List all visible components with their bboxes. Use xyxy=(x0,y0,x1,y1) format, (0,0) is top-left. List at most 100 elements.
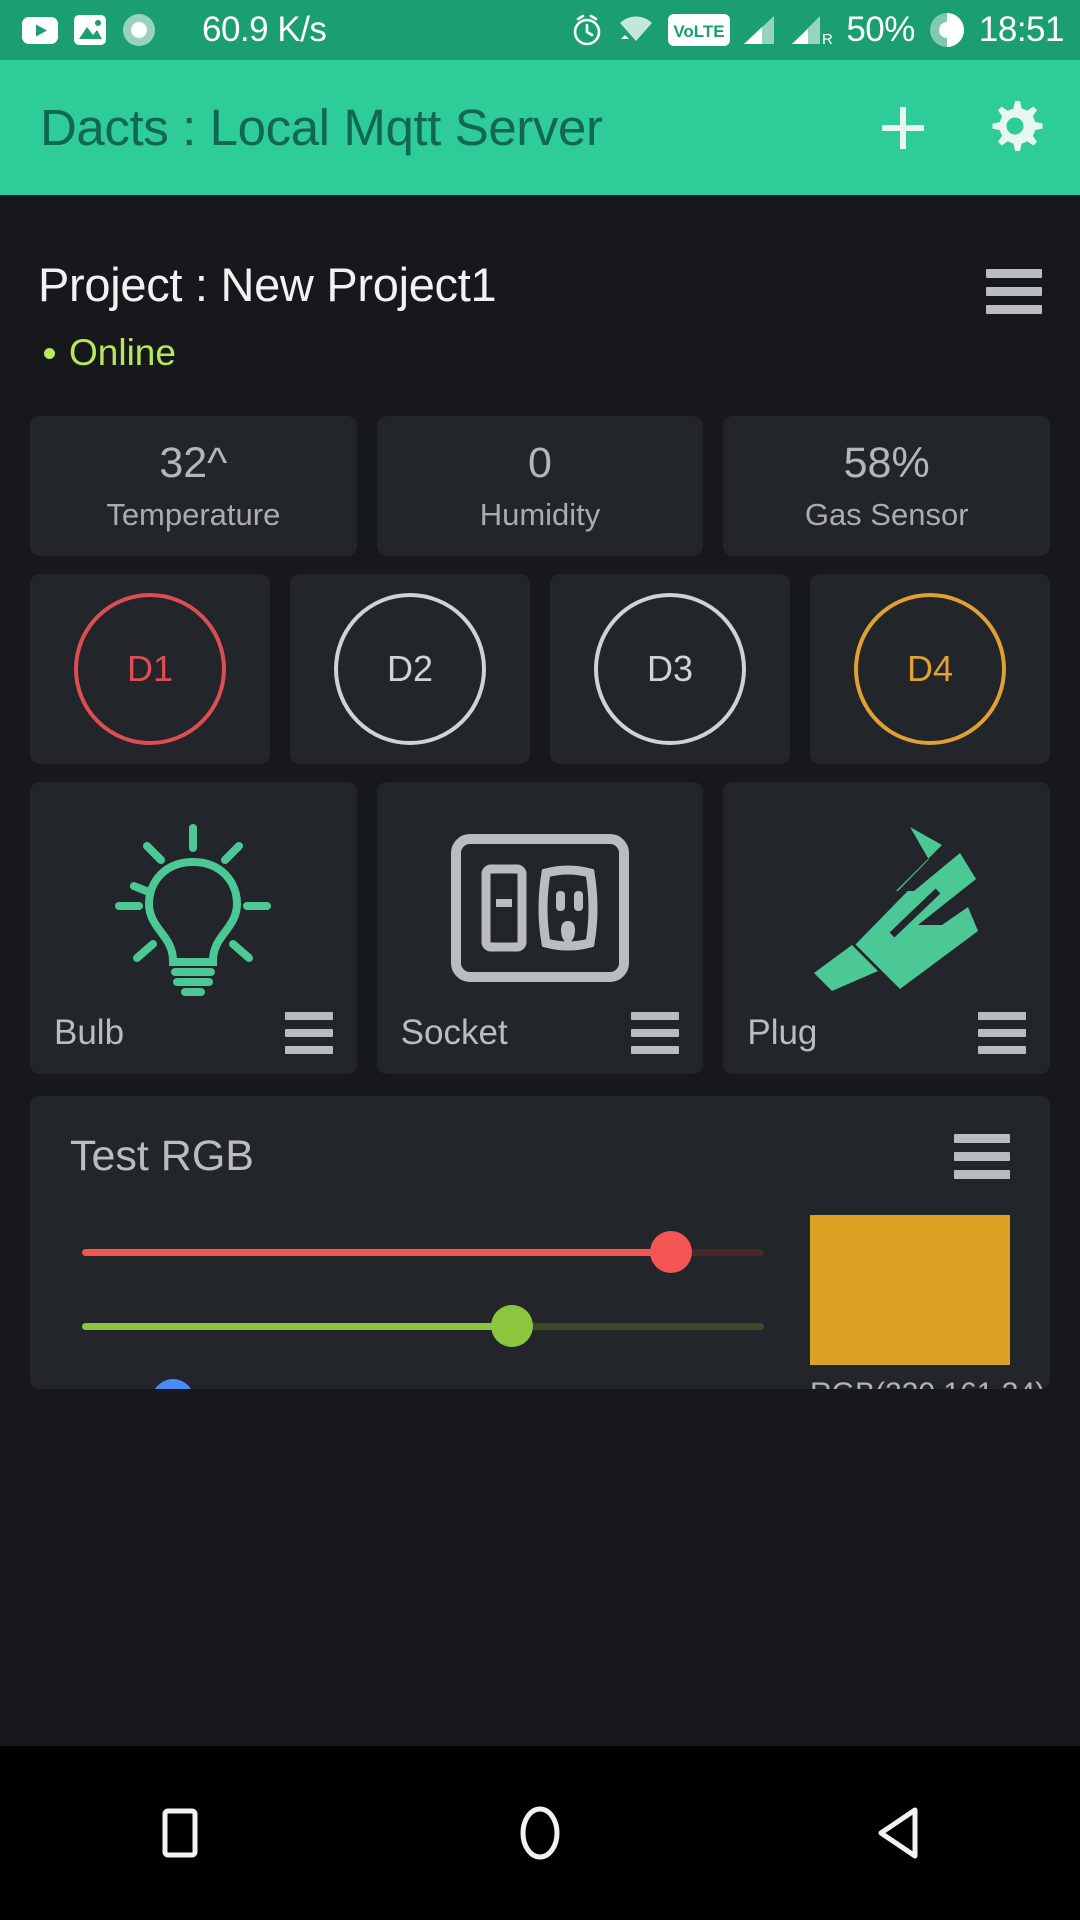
device-menu-button[interactable] xyxy=(284,1012,333,1054)
status-bar: 60.9 K/s VoLTE R 50% 18:51 xyxy=(0,0,1080,60)
gallery-icon xyxy=(74,15,106,45)
status-bar-right-icons: VoLTE R 50% 18:51 xyxy=(570,10,1065,50)
rgb-preview-column: RGB(220,161,34) xyxy=(810,1215,1045,1389)
device-card-row: Bulb Socket Plug xyxy=(0,782,1080,1074)
rgb-value-label: RGB(220,161,34) xyxy=(810,1377,1045,1389)
volte-icon: VoLTE xyxy=(668,14,731,46)
clock: 18:51 xyxy=(978,10,1065,49)
battery-circle-icon xyxy=(929,13,964,47)
sensor-card-row: 32^ Temperature 0 Humidity 58% Gas Senso… xyxy=(0,416,1080,556)
light-bulb-icon[interactable] xyxy=(107,818,279,998)
triangle-back-icon xyxy=(878,1807,918,1859)
sensor-label: Gas Sensor xyxy=(804,497,969,532)
circle-home-icon xyxy=(520,1806,560,1860)
sensor-card-gas-sensor[interactable]: 58% Gas Sensor xyxy=(723,416,1051,556)
app-bar-title: Dacts : Local Mqtt Server xyxy=(40,99,603,156)
menu-line xyxy=(954,1134,1010,1143)
device-icon-wrap xyxy=(401,804,680,1012)
pin-toggle-d1[interactable]: D1 xyxy=(30,574,270,764)
back-button[interactable] xyxy=(840,1773,960,1893)
device-icon-wrap xyxy=(747,804,1026,1012)
rgb-slider-red[interactable] xyxy=(82,1215,764,1289)
sensor-label: Humidity xyxy=(479,497,601,532)
pin-label: D2 xyxy=(386,648,434,689)
menu-line xyxy=(284,1012,333,1020)
dashboard-content: Project : New Project1 Online 32^ Temper… xyxy=(0,195,1080,1746)
battery-percent: 50% xyxy=(846,10,915,49)
pin-label: D3 xyxy=(646,648,694,689)
status-bar-left-icons xyxy=(22,13,156,47)
pin-circle: D3 xyxy=(594,593,746,745)
rgb-body: RGB(220,161,34) xyxy=(70,1215,1045,1389)
recents-button[interactable] xyxy=(120,1773,240,1893)
plus-icon[interactable] xyxy=(874,99,932,157)
rgb-menu-button[interactable] xyxy=(954,1134,1010,1179)
digital-pin-row: D1 D2 D3 D4 xyxy=(0,574,1080,764)
menu-line xyxy=(284,1046,333,1054)
rgb-slider-group xyxy=(70,1215,810,1389)
alarm-icon xyxy=(574,14,601,46)
pin-toggle-d2[interactable]: D2 xyxy=(290,574,530,764)
device-name: Socket xyxy=(400,1013,508,1052)
svg-text:VoLTE: VoLTE xyxy=(674,22,725,41)
device-name: Plug xyxy=(747,1013,818,1052)
device-card-bulb[interactable]: Bulb xyxy=(30,782,357,1074)
device-card-socket[interactable]: Socket xyxy=(376,782,704,1074)
status-dot-icon xyxy=(44,347,55,359)
pin-label: D1 xyxy=(126,648,174,689)
pin-toggle-d4[interactable]: D4 xyxy=(810,574,1050,764)
menu-line xyxy=(284,1029,333,1037)
power-plug-icon[interactable] xyxy=(792,821,982,996)
app-bar-actions xyxy=(874,97,1046,159)
rgb-slider-green[interactable] xyxy=(82,1289,764,1363)
project-menu-button[interactable] xyxy=(986,269,1042,314)
wifi-icon xyxy=(620,16,653,41)
device-footer: Bulb xyxy=(54,1012,333,1054)
slider-knob[interactable] xyxy=(151,1379,194,1389)
square-recents-icon xyxy=(162,1808,198,1858)
sensor-card-temperature[interactable]: 32^ Temperature xyxy=(30,416,357,556)
menu-line xyxy=(954,1152,1010,1161)
youtube-icon xyxy=(22,16,58,44)
android-navigation-bar xyxy=(0,1746,1080,1920)
page-title: Project : New Project1 xyxy=(38,258,497,311)
home-button[interactable] xyxy=(480,1773,600,1893)
pin-circle: D2 xyxy=(334,593,486,745)
gear-icon[interactable] xyxy=(984,97,1046,159)
device-menu-button[interactable] xyxy=(978,1012,1027,1054)
device-name: Bulb xyxy=(54,1013,125,1052)
sensor-value: 58% xyxy=(843,439,930,487)
menu-line xyxy=(631,1046,680,1054)
device-menu-button[interactable] xyxy=(631,1012,680,1054)
pin-label: D4 xyxy=(906,648,954,689)
slider-knob[interactable] xyxy=(649,1231,692,1273)
status-badge: Online xyxy=(69,332,176,373)
record-circle-icon xyxy=(123,14,155,46)
device-footer: Plug xyxy=(747,1012,1027,1054)
app-bar: Dacts : Local Mqtt Server xyxy=(0,60,1080,195)
pin-toggle-d3[interactable]: D3 xyxy=(550,574,790,764)
pin-circle: D1 xyxy=(74,593,226,745)
device-card-plug[interactable]: Plug xyxy=(723,782,1051,1074)
sensor-card-humidity[interactable]: 0 Humidity xyxy=(376,416,704,556)
rgb-slider-blue[interactable] xyxy=(82,1363,764,1389)
wall-socket-icon[interactable] xyxy=(450,833,630,983)
menu-line xyxy=(631,1012,680,1020)
project-header: Project : New Project1 xyxy=(0,195,1080,314)
sensor-value: 0 xyxy=(528,439,552,487)
network-speed: 60.9 K/s xyxy=(202,10,327,49)
menu-line xyxy=(978,1046,1027,1054)
menu-line xyxy=(986,287,1042,296)
menu-line xyxy=(954,1170,1010,1179)
menu-line xyxy=(978,1012,1027,1020)
menu-line xyxy=(631,1029,680,1037)
pin-circle: D4 xyxy=(854,593,1006,745)
slider-knob[interactable] xyxy=(491,1305,534,1347)
svg-text:R: R xyxy=(822,31,832,45)
device-icon-wrap xyxy=(54,804,333,1012)
rgb-control-panel: Test RGB xyxy=(30,1096,1050,1389)
menu-line xyxy=(978,1029,1027,1037)
menu-line xyxy=(986,305,1042,314)
device-footer: Socket xyxy=(401,1012,680,1054)
menu-line xyxy=(986,269,1042,278)
